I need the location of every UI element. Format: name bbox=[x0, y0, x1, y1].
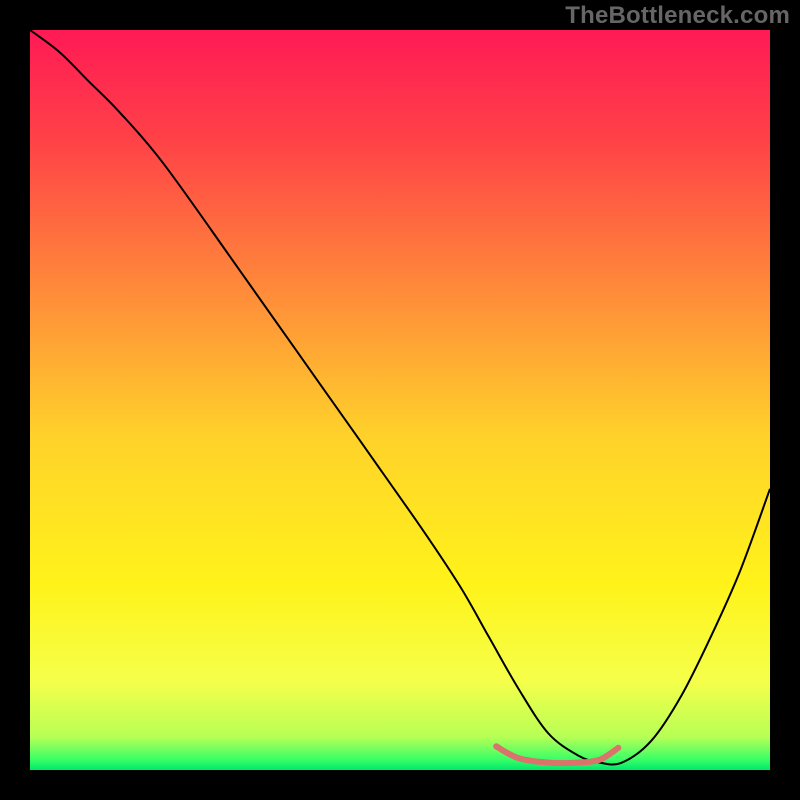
chart-frame: TheBottleneck.com bbox=[0, 0, 800, 800]
plot-background bbox=[30, 30, 770, 770]
bottleneck-chart bbox=[0, 0, 800, 800]
